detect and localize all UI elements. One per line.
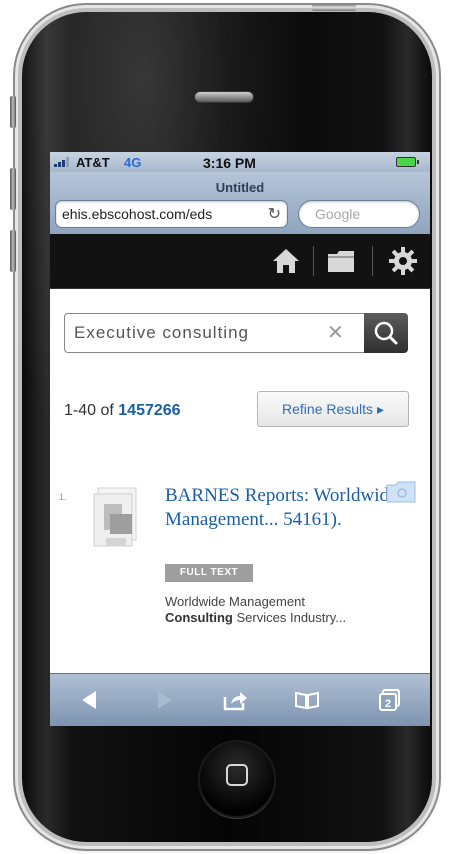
reload-icon[interactable]: ↻ xyxy=(268,204,281,224)
search-icon xyxy=(374,321,398,345)
clear-icon[interactable]: ✕ xyxy=(327,320,344,345)
result-count: 1-40 of 1457266 xyxy=(64,402,181,420)
result-range: 1-40 xyxy=(64,402,97,419)
browser-chrome: Untitled ehis.ebscohost.com/eds ↻ Google xyxy=(50,172,430,235)
results-page: Executive consulting ✕ 1-40 of 1457266 R… xyxy=(50,289,430,673)
network-label: 4G xyxy=(124,155,142,170)
search-query: Executive consulting xyxy=(74,323,249,342)
folder-icon[interactable] xyxy=(326,246,356,276)
carrier-label: AT&T xyxy=(76,155,110,170)
gear-icon[interactable] xyxy=(388,246,418,276)
result-title-link[interactable]: BARNES Reports: Worldwide Management... … xyxy=(165,484,405,532)
result-snippet: Worldwide Management Consulting Services… xyxy=(165,594,415,626)
address-bar[interactable]: ehis.ebscohost.com/eds ↻ xyxy=(55,200,288,228)
url-text: ehis.ebscohost.com/eds xyxy=(62,206,213,222)
snippet-highlight: Consulting xyxy=(165,610,233,625)
header-divider xyxy=(313,246,314,276)
browser-toolbar: 2 xyxy=(50,673,430,726)
mute-switch xyxy=(10,96,16,128)
status-bar: AT&T 4G 3:16 PM xyxy=(50,152,430,172)
snippet-suffix: Services Industry... xyxy=(236,610,347,625)
bookmarks-icon[interactable] xyxy=(294,688,320,712)
tabs-count: 2 xyxy=(385,698,391,710)
web-search-field[interactable]: Google xyxy=(298,200,420,228)
clock: 3:16 PM xyxy=(203,155,256,171)
document-icon xyxy=(93,487,137,547)
refine-results-button[interactable]: Refine Results ▸ xyxy=(257,391,409,427)
web-search-placeholder: Google xyxy=(315,206,361,222)
share-icon[interactable] xyxy=(222,688,248,712)
forward-arrow-icon[interactable] xyxy=(152,688,178,712)
earpiece-speaker xyxy=(194,91,254,103)
home-button-square-icon xyxy=(226,764,248,786)
pages-button[interactable]: 2 xyxy=(377,688,403,712)
sleep-button xyxy=(312,4,356,11)
screen: AT&T 4G 3:16 PM Untitled ehis.ebscohost.… xyxy=(50,152,430,726)
app-header xyxy=(50,234,430,289)
volume-up-button xyxy=(10,168,16,210)
result-of: of xyxy=(100,402,114,419)
add-to-folder-icon[interactable] xyxy=(386,481,416,503)
signal-icon xyxy=(54,157,72,167)
search-button[interactable] xyxy=(364,313,408,353)
snippet-prefix: Worldwide Management xyxy=(165,594,305,609)
full-text-badge[interactable]: FULL TEXT xyxy=(165,564,253,582)
back-arrow-icon[interactable] xyxy=(76,688,102,712)
volume-down-button xyxy=(10,230,16,272)
result-number: 1. xyxy=(59,492,67,502)
header-divider xyxy=(372,246,373,276)
home-icon[interactable] xyxy=(271,246,301,276)
battery-icon xyxy=(396,157,419,167)
page-title: Untitled xyxy=(215,180,265,195)
search-input[interactable]: Executive consulting ✕ xyxy=(64,313,408,353)
result-total: 1457266 xyxy=(118,402,181,419)
pages-icon: 2 xyxy=(379,689,400,711)
